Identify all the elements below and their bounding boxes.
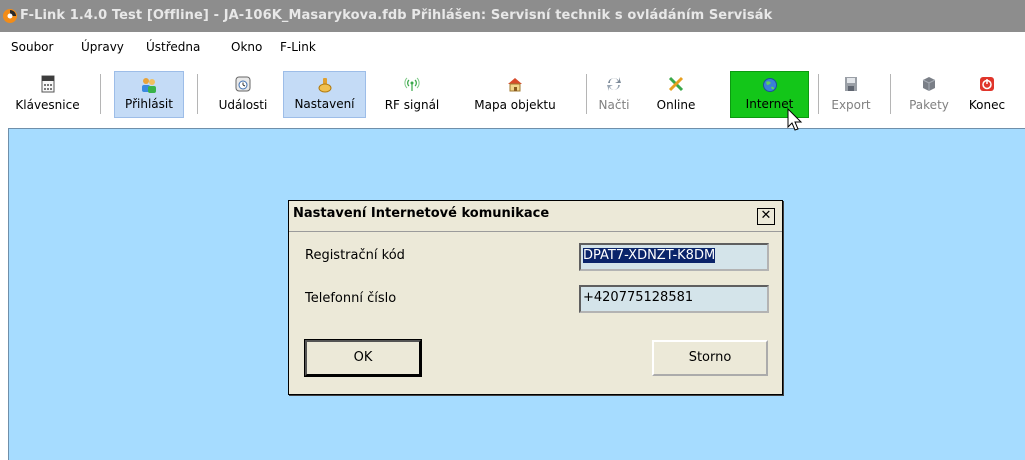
- close-icon[interactable]: ✕: [757, 208, 775, 225]
- toolbar-online-label: Online: [656, 98, 696, 112]
- online-icon: [668, 76, 684, 92]
- ok-button[interactable]: OK: [304, 339, 422, 377]
- house-icon: [508, 78, 522, 92]
- internet-settings-dialog: Nastavení Internetové komunikace ✕ Regis…: [288, 200, 783, 395]
- toolbar-keyboard-button[interactable]: Klávesnice: [9, 71, 86, 118]
- cancel-button[interactable]: Storno: [652, 340, 768, 376]
- toolbar-load-button[interactable]: Načti: [594, 71, 634, 118]
- power-icon: [980, 77, 994, 91]
- toolbar-login-button[interactable]: Přihlásit: [114, 71, 184, 118]
- phone-number-field[interactable]: +420775128581: [579, 285, 769, 313]
- toolbar-rf-signal-label: RF signál: [384, 98, 440, 112]
- rf-signal-icon: [404, 77, 420, 91]
- toolbar-keyboard-label: Klávesnice: [15, 98, 80, 112]
- toolbar-separator: [586, 74, 587, 114]
- window-title: F-Link 1.4.0 Test [Offline] - JA-106K_Ma…: [20, 8, 773, 23]
- app-icon: [3, 9, 17, 23]
- toolbar-export-label: Export: [831, 98, 871, 112]
- toolbar-events-label: Události: [218, 98, 268, 112]
- toolbar-object-map-button[interactable]: Mapa objektu: [460, 71, 570, 118]
- toolbar-exit-button[interactable]: Konec: [963, 71, 1011, 118]
- menu-ustredna[interactable]: Ústředna: [146, 40, 200, 54]
- toolbar-load-label: Načti: [598, 98, 630, 112]
- toolbar-object-map-label: Mapa objektu: [474, 98, 556, 112]
- globe-icon: [762, 78, 777, 92]
- registration-code-field[interactable]: DPAT7-XDNZT-K8DM: [579, 243, 769, 271]
- toolbar: Klávesnice Přihlásit Události Nastavení: [0, 62, 1025, 163]
- toolbar-exit-label: Konec: [968, 98, 1006, 112]
- dialog-title: Nastavení Internetové komunikace: [293, 206, 550, 221]
- menu-soubor[interactable]: Soubor: [11, 40, 53, 54]
- toolbar-online-button[interactable]: Online: [648, 71, 704, 118]
- phone-number-value: +420775128581: [583, 290, 694, 305]
- packets-icon: [922, 77, 936, 91]
- phone-number-label: Telefonní číslo: [305, 291, 397, 306]
- menu-okno[interactable]: Okno: [231, 40, 262, 54]
- save-icon: [845, 77, 857, 91]
- menu-bar: Soubor Úpravy Ústředna Okno F-Link: [0, 32, 1025, 62]
- title-bar[interactable]: F-Link 1.4.0 Test [Offline] - JA-106K_Ma…: [0, 0, 1025, 32]
- registration-code-label: Registrační kód: [305, 248, 405, 263]
- events-icon: [235, 76, 251, 92]
- toolbar-events-button[interactable]: Události: [208, 71, 278, 118]
- toolbar-export-button[interactable]: Export: [828, 71, 874, 118]
- settings-icon: [318, 78, 331, 93]
- registration-code-value: DPAT7-XDNZT-K8DM: [583, 248, 716, 263]
- toolbar-settings-button[interactable]: Nastavení: [283, 71, 366, 118]
- mouse-cursor-icon: [787, 108, 803, 131]
- toolbar-rf-signal-button[interactable]: RF signál: [368, 71, 456, 118]
- toolbar-login-label: Přihlásit: [125, 97, 173, 111]
- keyboard-icon: [41, 75, 54, 93]
- toolbar-separator: [197, 74, 198, 114]
- toolbar-packets-button[interactable]: Pakety: [902, 71, 956, 118]
- toolbar-packets-label: Pakety: [909, 98, 949, 112]
- toolbar-settings-label: Nastavení: [294, 97, 355, 111]
- toolbar-separator: [100, 74, 101, 114]
- menu-f-link[interactable]: F-Link: [280, 40, 316, 54]
- toolbar-separator: [818, 74, 819, 114]
- menu-upravy[interactable]: Úpravy: [81, 40, 124, 54]
- dialog-divider: [289, 231, 782, 232]
- reload-icon: [607, 77, 621, 91]
- toolbar-separator: [890, 74, 891, 114]
- users-icon: [142, 78, 156, 93]
